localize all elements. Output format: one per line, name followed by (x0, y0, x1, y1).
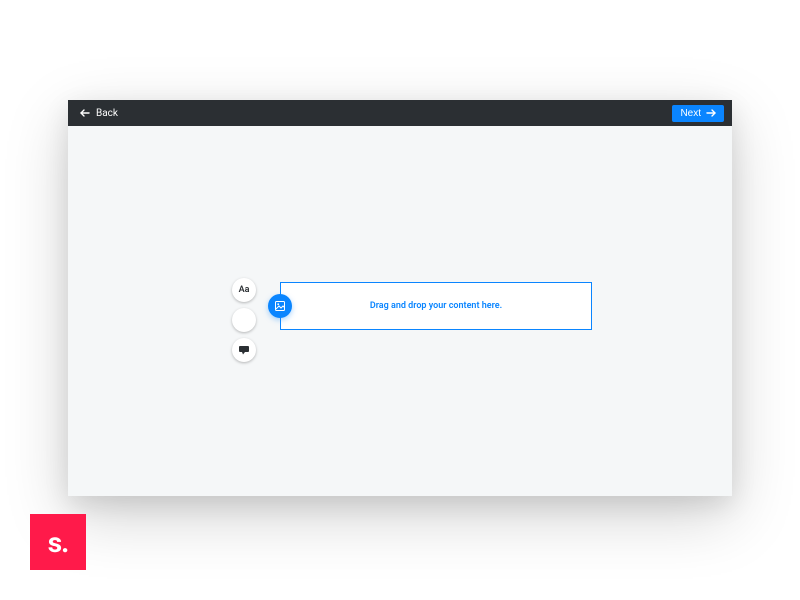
header-bar: Back Next (68, 100, 732, 126)
drag-handle[interactable] (268, 294, 292, 318)
tool-blank[interactable] (232, 308, 256, 332)
app-window: Back Next Aa (68, 100, 732, 496)
tool-text[interactable]: Aa (232, 278, 256, 302)
content-dropzone[interactable]: Drag and drop your content here. (280, 282, 592, 330)
logo-text: s. (48, 526, 69, 559)
back-button[interactable]: Back (76, 106, 122, 121)
image-icon (274, 297, 286, 316)
arrow-left-icon (80, 109, 90, 117)
back-label: Back (96, 108, 118, 119)
arrow-right-icon (706, 109, 716, 117)
dropzone-placeholder: Drag and drop your content here. (370, 301, 502, 311)
text-icon: Aa (239, 285, 250, 295)
canvas-area: Aa Drag and drop your content here. (68, 126, 732, 496)
comment-icon (238, 345, 250, 355)
next-button[interactable]: Next (672, 105, 724, 122)
brand-logo: s. (30, 514, 86, 570)
next-label: Next (680, 108, 701, 119)
tool-palette: Aa (232, 278, 256, 362)
tool-comment[interactable] (232, 338, 256, 362)
